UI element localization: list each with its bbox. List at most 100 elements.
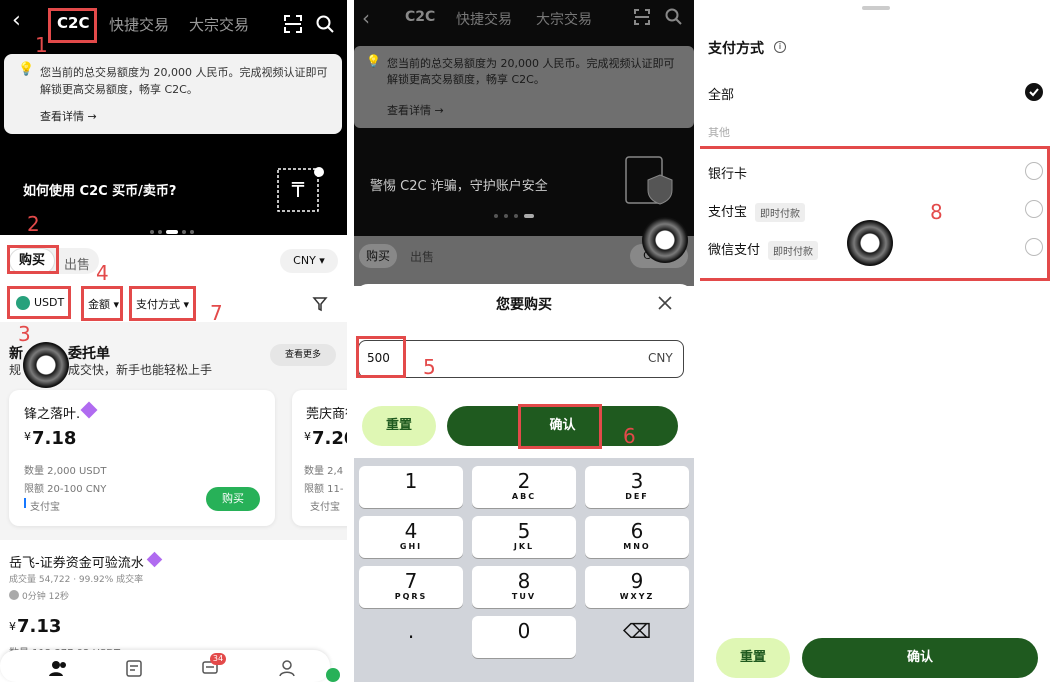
- checked-icon: [1025, 83, 1043, 101]
- key-decimal[interactable]: .: [359, 616, 463, 658]
- alipay-marker: [24, 498, 26, 508]
- banner-pagination: [494, 214, 544, 220]
- offer-payment: 支付宝: [30, 502, 60, 513]
- key-8[interactable]: 8 TUV: [472, 566, 576, 608]
- tab-block-trade[interactable]: 大宗交易: [189, 14, 249, 35]
- tab-c2c: C2C: [405, 9, 436, 25]
- key-letters: PQRS: [394, 592, 428, 601]
- tab-quick-trade: 快捷交易: [456, 12, 512, 28]
- currency-select[interactable]: CNY ▾: [280, 249, 338, 273]
- option-all[interactable]: 全部: [708, 84, 734, 103]
- key-0[interactable]: 0: [472, 616, 576, 658]
- key-3[interactable]: 3 DEF: [585, 466, 689, 508]
- shield-lock-icon: [625, 156, 673, 205]
- backspace-icon: ⌫: [622, 619, 652, 643]
- touch-indicator: [847, 220, 893, 266]
- offer-quantity: 数量 2,4: [304, 466, 344, 477]
- key-2[interactable]: 2 ABC: [472, 466, 576, 508]
- panel-amount-entry: ‹ C2C 快捷交易 大宗交易 💡 您当前的总交易额度为 20,000 人民币。…: [354, 0, 694, 682]
- key-digit: 0: [517, 619, 531, 643]
- bottom-nav: 34: [0, 650, 330, 682]
- tab-sell[interactable]: 出售: [64, 254, 90, 273]
- svg-text:₸: ₸: [292, 178, 305, 202]
- view-details-link: 查看详情 →: [387, 104, 444, 117]
- key-digit: 5: [517, 519, 531, 543]
- amount-input[interactable]: 500 CNY: [358, 340, 684, 378]
- annotation-number-6: 6: [623, 424, 636, 448]
- section-subtitle-end: 成交快，新手也能轻松上手: [68, 363, 213, 377]
- other-label: 其他: [708, 126, 730, 139]
- annotation-box-2: [7, 245, 59, 274]
- scan-icon: [634, 9, 650, 25]
- tether-banner-icon: ₸: [277, 167, 324, 212]
- annotation-number-7: 7: [210, 301, 223, 325]
- offer-limit: 限额 11-: [304, 484, 344, 495]
- annotation-number-2: 2: [27, 212, 40, 236]
- view-more-button[interactable]: 查看更多: [270, 344, 336, 366]
- merchant-stats: 成交量 54,722 · 99.92% 成交率: [9, 575, 144, 585]
- key-1[interactable]: 1: [359, 466, 463, 508]
- key-digit: 4: [404, 519, 418, 543]
- key-7[interactable]: 7 PQRS: [359, 566, 463, 608]
- panel-c2c-market: ‹ C2C 快捷交易 大宗交易 💡 您当前的总交易额度为 20,000 人民币。…: [0, 0, 347, 682]
- annotation-box-5: [356, 336, 406, 378]
- amount-unit: CNY: [648, 351, 673, 365]
- offer-card[interactable]: 莞庆商行 ¥ 7.20 数量 2,4 限额 11- 支付宝: [292, 390, 347, 526]
- floating-action-button[interactable]: [326, 668, 340, 682]
- tab-quick-trade[interactable]: 快捷交易: [109, 14, 169, 35]
- backspace-key[interactable]: ⌫: [585, 616, 689, 658]
- back-icon[interactable]: ‹: [12, 8, 21, 33]
- numeric-keypad: 1 2 ABC 3 DEF 4 GHI 5 JKL 6 MNO 7 PQRS 8 TUV 9W…: [354, 458, 694, 682]
- currency-symbol: ¥: [9, 620, 16, 633]
- annotation-box-3: [7, 286, 71, 319]
- lightbulb-icon: 💡: [18, 62, 35, 77]
- search-icon[interactable]: [316, 15, 334, 33]
- reset-button[interactable]: 重置: [716, 638, 790, 678]
- message-count-badge: 34: [210, 653, 226, 665]
- key-9[interactable]: 9 WXYZ: [585, 566, 689, 608]
- key-4[interactable]: 4 GHI: [359, 516, 463, 558]
- filter-icon[interactable]: [312, 296, 328, 312]
- offer-limit: 限额 20-100 CNY: [24, 484, 107, 495]
- key-digit: 7: [404, 569, 418, 593]
- annotation-number-8: 8: [930, 200, 943, 224]
- view-details-link[interactable]: 查看详情 →: [40, 108, 97, 124]
- close-icon[interactable]: [658, 296, 672, 310]
- key-digit: 1: [404, 469, 418, 493]
- section-title-start: 新: [9, 346, 23, 362]
- key-6[interactable]: 6 MNO: [585, 516, 689, 558]
- annotation-box-1: [48, 8, 97, 43]
- banner-title[interactable]: 如何使用 C2C 买币/卖币?: [23, 180, 176, 199]
- touch-indicator: [642, 217, 688, 263]
- offer-price: 7.18: [32, 428, 77, 449]
- merchant-name: 莞庆商行: [306, 407, 347, 422]
- banner-title: 警惕 C2C 诈骗，守护账户安全: [370, 179, 548, 194]
- sheet-title: 支付方式: [708, 41, 764, 57]
- banner-pagination: [150, 221, 200, 234]
- offer-price: 7.20: [312, 428, 347, 449]
- back-icon: ‹: [362, 6, 370, 30]
- touch-indicator: [23, 342, 69, 388]
- notice-text: 您当前的总交易额度为 20,000 人民币。完成视频认证即可解锁更高交易额度，畅…: [387, 57, 675, 86]
- info-icon[interactable]: i: [774, 41, 786, 53]
- lightbulb-icon: 💡: [366, 54, 381, 68]
- users-icon[interactable]: [48, 658, 68, 678]
- scan-icon[interactable]: [284, 15, 302, 33]
- profile-icon[interactable]: [278, 659, 296, 677]
- merchant-name: 锋之落叶.: [24, 407, 81, 422]
- merchant-price: 7.13: [17, 616, 62, 637]
- offer-card[interactable]: 锋之落叶. ¥ 7.18 数量 2,000 USDT 限额 20-100 CNY…: [9, 390, 275, 526]
- reset-button[interactable]: 重置: [362, 406, 436, 446]
- notice-text: 您当前的总交易额度为 20,000 人民币。完成视频认证即可解锁更高交易额度，畅…: [40, 66, 328, 96]
- key-5[interactable]: 5 JKL: [472, 516, 576, 558]
- confirm-button[interactable]: 确认: [802, 638, 1038, 678]
- section-title-end: 委托单: [68, 346, 110, 362]
- orders-icon[interactable]: [125, 659, 143, 677]
- buy-button[interactable]: 购买: [206, 487, 260, 511]
- drag-handle[interactable]: [862, 6, 890, 10]
- key-letters: GHI: [399, 542, 423, 551]
- offer-quantity: 数量 2,000 USDT: [24, 466, 107, 477]
- verified-icon: [80, 401, 98, 419]
- annotation-box-7: [129, 286, 196, 321]
- annotation-box-6: [518, 404, 602, 449]
